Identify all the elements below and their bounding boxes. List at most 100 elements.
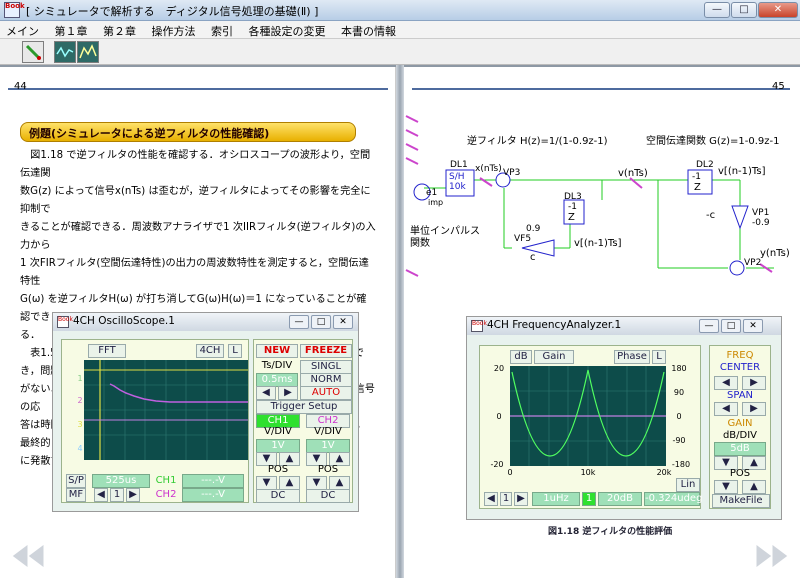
lin-button[interactable]: Lin	[676, 478, 700, 492]
freeze-button[interactable]: FREEZE	[300, 344, 352, 358]
oscilloscope-tool-button[interactable]	[54, 41, 76, 63]
analyzer-screen[interactable]	[510, 366, 666, 466]
fa-prev-button[interactable]: ◀	[484, 492, 498, 506]
ch1-label: CH1	[155, 475, 177, 486]
y-left-tick: 0	[496, 412, 502, 421]
gain-label: GAIN	[727, 418, 753, 429]
scope-waveform	[84, 360, 248, 460]
probe-icon[interactable]	[405, 143, 419, 151]
scope-control-panel: NEW FREEZE Ts/DIV SINGL 0.5ms NORM ◀ ▶ A…	[253, 339, 353, 503]
adder-vp2[interactable]	[729, 260, 745, 276]
trigger-setup-button[interactable]: Trigger Setup	[256, 400, 352, 414]
text-line: 数G(z) によって信号x(nTs) は歪むが，逆フィルタによってその影響を完全…	[20, 186, 371, 215]
makefile-button[interactable]: MakeFile	[712, 494, 770, 508]
block-diagram	[405, 115, 774, 277]
e1-label: e1	[426, 188, 438, 198]
channel-readout: 1	[582, 492, 596, 506]
fa-l-button[interactable]: L	[652, 350, 666, 364]
space-transfer-title: 空間伝達関数 G(z)=1-0.9z-1	[646, 136, 780, 147]
example-banner: 例題(シミュレータによる逆フィルタの性能確認)	[20, 122, 356, 142]
ch2-pos-down[interactable]: ▼	[306, 476, 327, 490]
probe-tool-button[interactable]	[22, 41, 44, 63]
ch1-pos-up[interactable]: ▲	[279, 476, 300, 490]
inverse-filter-title: 逆フィルタ H(z)=1/(1-0.9z-1)	[467, 136, 608, 147]
ts-down-button[interactable]: ◀	[256, 386, 276, 400]
title-bar: Book [ シミュレータで解析する ディジタル信号処理の基礎(Ⅱ) ] — □…	[0, 0, 800, 21]
sp-button[interactable]: S/P	[66, 474, 86, 488]
fa-maximize-button[interactable]: □	[721, 319, 741, 333]
probe-icon[interactable]	[405, 115, 419, 123]
menu-chapter1[interactable]: 第１章	[49, 21, 94, 39]
marker-1: 1	[77, 374, 83, 383]
scope-screen[interactable]	[84, 360, 248, 460]
scope-l-button[interactable]: L	[228, 344, 242, 358]
analyzer-tool-button[interactable]	[77, 41, 99, 63]
oscilloscope-window[interactable]: Book 4CH OscilloScope.1 — □ ✕ FFT 4CH L …	[52, 312, 359, 512]
minimize-button[interactable]: —	[704, 2, 730, 18]
pos-up[interactable]: ▲	[742, 480, 766, 494]
deg-readout: -0.324udeg	[644, 492, 703, 506]
analyzer-control-panel: FREQ CENTER ◀ ▶ SPAN ◀ ▶ GAIN dB/DIV 5dB…	[709, 345, 771, 509]
ch1-pos-down[interactable]: ▼	[256, 476, 277, 490]
analyzer-title: 4CH FrequencyAnalyzer.1	[487, 319, 622, 331]
span-up[interactable]: ▶	[742, 402, 766, 416]
menu-chapter2[interactable]: 第２章	[97, 21, 142, 39]
probe-icon[interactable]	[405, 129, 419, 137]
ch2-vdiv-value: 1V	[306, 439, 350, 453]
dl1-label: DL1	[450, 160, 468, 170]
db-button[interactable]: dB	[510, 350, 532, 364]
gain-plot	[510, 366, 666, 466]
menu-operation[interactable]: 操作方法	[146, 21, 202, 39]
probe-icon[interactable]	[405, 269, 419, 277]
center-up[interactable]: ▶	[742, 376, 766, 390]
scope-maximize-button[interactable]: □	[311, 315, 331, 329]
fft-button[interactable]: FFT	[88, 344, 126, 358]
span-down[interactable]: ◀	[714, 402, 738, 416]
menu-settings[interactable]: 各種設定の変更	[243, 21, 332, 39]
norm-button[interactable]: NORM	[300, 373, 352, 387]
menu-index[interactable]: 索引	[205, 21, 239, 39]
gain-vp1-block[interactable]	[731, 205, 749, 230]
oscilloscope-title-bar: Book 4CH OscilloScope.1 — □ ✕	[53, 313, 358, 331]
x-tick: 20k	[656, 468, 672, 477]
analyzer-title-bar: Book 4CH FrequencyAnalyzer.1 — □ ✕	[467, 317, 781, 335]
maximize-button[interactable]: □	[731, 2, 757, 18]
probe-icon[interactable]	[405, 157, 419, 165]
scope-prev-button[interactable]: ◀	[94, 488, 108, 502]
ts-up-button[interactable]: ▶	[278, 386, 298, 400]
ch2-pos-up[interactable]: ▲	[329, 476, 350, 490]
oscilloscope-title: 4CH OscilloScope.1	[73, 315, 175, 327]
fa-close-button[interactable]: ✕	[743, 319, 763, 333]
y-signal-label: y(nTs)	[760, 248, 790, 259]
pos-down[interactable]: ▼	[714, 480, 738, 494]
menu-about[interactable]: 本書の情報	[335, 21, 402, 39]
ch1-pos-label: POS	[267, 464, 289, 475]
vf5-gain-label: 0.9	[526, 224, 541, 234]
ch1-dc-button[interactable]: DC	[256, 489, 300, 503]
auto-button[interactable]: AUTO	[300, 386, 352, 400]
scope-next-button[interactable]: ▶	[126, 488, 140, 502]
menu-main[interactable]: メイン	[0, 21, 45, 39]
db-readout: 20dB	[598, 492, 642, 506]
marker-2: 2	[77, 396, 83, 405]
scope-minimize-button[interactable]: —	[289, 315, 309, 329]
fa-minimize-button[interactable]: —	[699, 319, 719, 333]
center-down[interactable]: ◀	[714, 376, 738, 390]
mf-button[interactable]: MF	[66, 488, 86, 502]
dl3-z-exp: -1	[568, 202, 577, 212]
prev-page-icon[interactable]	[8, 542, 48, 570]
next-page-icon[interactable]	[752, 542, 792, 570]
close-button[interactable]: ✕	[758, 2, 798, 18]
analyzer-window[interactable]: Book 4CH FrequencyAnalyzer.1 — □ ✕ dB Ga…	[466, 316, 782, 520]
4ch-button[interactable]: 4CH	[196, 344, 224, 358]
fa-next-button[interactable]: ▶	[514, 492, 528, 506]
phase-button[interactable]: Phase	[614, 350, 650, 364]
singl-button[interactable]: SINGL	[300, 360, 352, 374]
scope-close-button[interactable]: ✕	[333, 315, 353, 329]
v-signal-label: v(nTs)	[618, 168, 648, 179]
fa-page-number: 1	[500, 492, 512, 506]
ch2-dc-button[interactable]: DC	[306, 489, 350, 503]
gain-button[interactable]: Gain	[534, 350, 574, 364]
probe-icon[interactable]	[479, 177, 493, 187]
new-button[interactable]: NEW	[256, 344, 298, 358]
